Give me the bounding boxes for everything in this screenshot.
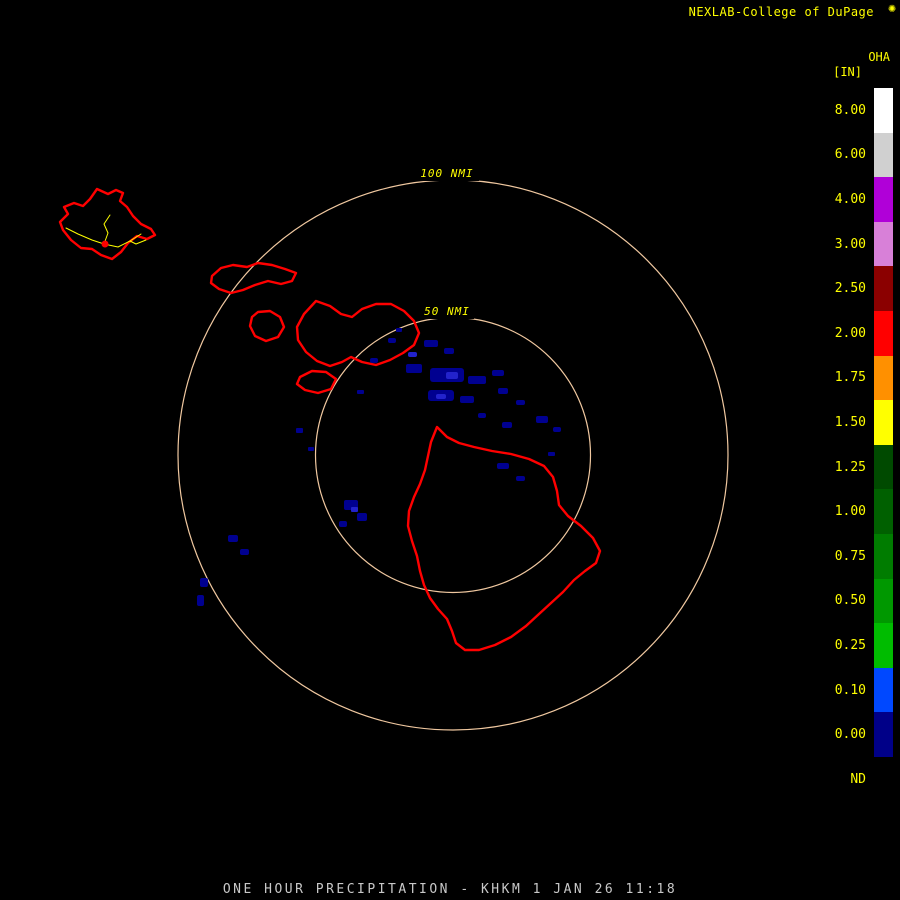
precip-echo <box>436 394 446 399</box>
legend-row: 3.00 <box>835 222 893 267</box>
cod-logo-icon: ✺ <box>888 2 896 16</box>
legend-swatch <box>874 668 893 713</box>
radar-map: 100 NMI 50 NMI <box>0 0 900 900</box>
legend-row: ND <box>835 757 893 802</box>
legend-swatch <box>874 579 893 624</box>
legend-row: 6.00 <box>835 133 893 178</box>
station-label: OHA <box>868 50 890 64</box>
precip-echo <box>536 416 548 423</box>
legend-row: 2.50 <box>835 266 893 311</box>
island-lanai-outline <box>250 311 284 341</box>
legend-row: 0.25 <box>835 623 893 668</box>
precip-echo <box>516 400 525 405</box>
range-ring-labels: 100 NMI 50 NMI <box>415 165 479 319</box>
precip-echoes <box>197 328 561 606</box>
legend-value: 1.50 <box>835 415 866 430</box>
legend-value: 6.00 <box>835 147 866 162</box>
legend-swatch <box>874 623 893 668</box>
island-kahoolawe-outline <box>297 371 336 393</box>
precip-echo <box>228 535 238 542</box>
precip-echo <box>492 370 504 376</box>
legend-swatch <box>874 133 893 178</box>
legend-swatch <box>874 534 893 579</box>
precip-echo <box>396 328 402 332</box>
island-molokai-outline <box>211 263 296 293</box>
legend-value: 1.75 <box>835 370 866 385</box>
legend-value: 0.10 <box>835 683 866 698</box>
precip-echo <box>308 447 314 451</box>
precip-echo <box>497 463 509 469</box>
precip-echo <box>502 422 512 428</box>
legend-swatch <box>874 177 893 222</box>
precip-echo <box>296 428 303 433</box>
legend-row: 2.00 <box>835 311 893 356</box>
legend-swatch <box>874 757 893 802</box>
legend-swatch <box>874 88 893 133</box>
legend-swatch <box>874 222 893 267</box>
legend-row: 0.00 <box>835 712 893 757</box>
precip-echo <box>357 513 367 521</box>
legend-row: 8.00 <box>835 88 893 133</box>
legend-value: 3.00 <box>835 237 866 252</box>
island-oahu-outline <box>60 189 155 259</box>
precip-echo <box>424 340 438 347</box>
legend-swatch <box>874 445 893 490</box>
legend-value: 0.50 <box>835 593 866 608</box>
island-outlines <box>60 189 600 650</box>
legend-row: 0.10 <box>835 668 893 713</box>
legend-swatch <box>874 400 893 445</box>
legend-value: ND <box>850 772 866 787</box>
brand-text: NEXLAB-College of DuPage <box>689 5 874 19</box>
precip-echo <box>478 413 486 418</box>
precip-echo <box>548 452 555 456</box>
legend-row: 1.00 <box>835 489 893 534</box>
legend-value: 1.25 <box>835 460 866 475</box>
precip-echo <box>197 595 204 606</box>
precip-echo <box>460 396 474 403</box>
legend-swatch <box>874 311 893 356</box>
legend-row: 0.50 <box>835 579 893 624</box>
product-title: ONE HOUR PRECIPITATION - KHKM 1 JAN 26 1… <box>0 882 900 897</box>
legend-row: 1.50 <box>835 400 893 445</box>
legend-value: 0.00 <box>835 727 866 742</box>
precip-echo <box>446 372 458 379</box>
legend-swatch <box>874 712 893 757</box>
legend-row: 1.75 <box>835 356 893 401</box>
legend-value: 8.00 <box>835 103 866 118</box>
precip-echo <box>444 348 454 354</box>
precip-echo <box>408 352 417 357</box>
units-label: [IN] <box>833 65 862 79</box>
oahu-urban-marker <box>102 241 109 248</box>
legend-swatch <box>874 356 893 401</box>
precip-echo <box>357 390 364 394</box>
radar-screen: 100 NMI 50 NMI NEXLAB-College of DuPage … <box>0 0 900 900</box>
precip-echo <box>200 578 208 587</box>
precip-echo <box>553 427 561 432</box>
precip-echo <box>406 364 422 373</box>
legend-value: 2.00 <box>835 326 866 341</box>
precip-echo <box>498 388 508 394</box>
color-scale-legend: 8.00 6.00 4.00 3.00 2.50 2.00 1.75 1.50 … <box>835 88 893 802</box>
oahu-road-line <box>104 215 110 244</box>
precip-echo <box>468 376 486 384</box>
legend-value: 0.25 <box>835 638 866 653</box>
island-hawaii-outline <box>408 427 600 650</box>
precip-echo <box>370 358 378 363</box>
legend-swatch <box>874 266 893 311</box>
legend-row: 1.25 <box>835 445 893 490</box>
legend-swatch <box>874 489 893 534</box>
legend-row: 0.75 <box>835 534 893 579</box>
ring-label-100nmi: 100 NMI <box>420 167 473 180</box>
ring-label-50nmi: 50 NMI <box>424 305 470 318</box>
legend-value: 2.50 <box>835 281 866 296</box>
legend-row: 4.00 <box>835 177 893 222</box>
legend-value: 1.00 <box>835 504 866 519</box>
precip-echo <box>516 476 525 481</box>
precip-echo <box>351 507 358 512</box>
legend-value: 4.00 <box>835 192 866 207</box>
precip-echo <box>388 338 396 343</box>
legend-value: 0.75 <box>835 549 866 564</box>
precip-echo <box>240 549 249 555</box>
precip-echo <box>339 521 347 527</box>
